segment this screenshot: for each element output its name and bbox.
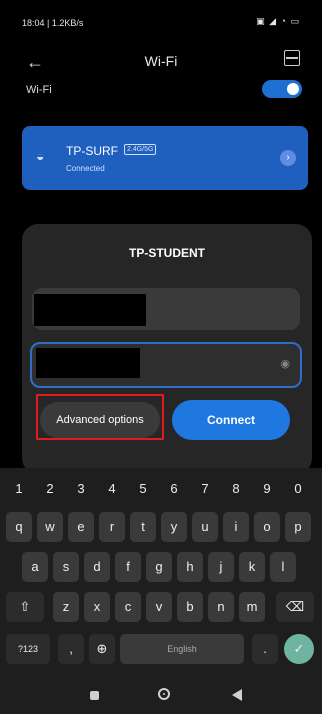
dialog-title: TP-STUDENT [129, 246, 205, 260]
key-j[interactable]: j [208, 552, 234, 582]
key-u[interactable]: u [192, 512, 218, 542]
key-s[interactable]: s [53, 552, 79, 582]
key-h[interactable]: h [177, 552, 203, 582]
key-z[interactable]: z [53, 592, 79, 622]
connected-network-card[interactable]: ◒ TP-SURF 2.4G/5G Connected › [22, 126, 308, 190]
globe-icon[interactable]: ⊕ [89, 634, 115, 664]
key-n[interactable]: n [208, 592, 234, 622]
key-o[interactable]: o [254, 512, 280, 542]
key-r[interactable]: r [99, 512, 125, 542]
status-icons: ▣ ◢ ◔ ▭ [256, 16, 300, 26]
network-status: Connected [66, 164, 105, 173]
scan-qr-icon[interactable] [284, 50, 300, 66]
key-3[interactable]: 3 [68, 474, 94, 504]
home-icon[interactable] [158, 688, 170, 700]
highlight-box [36, 394, 164, 440]
redacted-field-value [34, 294, 146, 326]
key-2[interactable]: 2 [37, 474, 63, 504]
navigation-bar [0, 676, 322, 714]
comma-key[interactable]: , [58, 634, 84, 664]
key-i[interactable]: i [223, 512, 249, 542]
key-v[interactable]: v [146, 592, 172, 622]
key-4[interactable]: 4 [99, 474, 125, 504]
password-field[interactable]: ◉ [30, 342, 302, 388]
connect-button[interactable]: Connect [172, 400, 290, 440]
toggle-knob [287, 83, 299, 95]
period-key[interactable]: . [252, 634, 278, 664]
key-x[interactable]: x [84, 592, 110, 622]
key-6[interactable]: 6 [161, 474, 187, 504]
wifi-toggle-label: Wi-Fi [26, 84, 52, 96]
page-title: Wi-Fi [144, 53, 178, 69]
keyboard: 1 2 3 4 5 6 7 8 9 0 q w e r t y u i o p … [0, 468, 322, 676]
enter-key[interactable]: ✓ [284, 634, 314, 664]
key-g[interactable]: g [146, 552, 172, 582]
back-nav-icon[interactable] [232, 689, 242, 701]
key-l[interactable]: l [270, 552, 296, 582]
key-c[interactable]: c [115, 592, 141, 622]
space-bar[interactable]: English [120, 634, 244, 664]
status-time: 18:04 | 1.2KB/s [22, 18, 84, 28]
username-field[interactable] [32, 288, 300, 330]
key-d[interactable]: d [84, 552, 110, 582]
redacted-field-value [36, 348, 140, 378]
key-0[interactable]: 0 [285, 474, 311, 504]
key-p[interactable]: p [285, 512, 311, 542]
shift-key[interactable]: ⇧ [6, 592, 44, 622]
network-ssid: TP-SURF [66, 144, 118, 158]
key-f[interactable]: f [115, 552, 141, 582]
key-a[interactable]: a [22, 552, 48, 582]
key-q[interactable]: q [6, 512, 32, 542]
key-9[interactable]: 9 [254, 474, 280, 504]
key-7[interactable]: 7 [192, 474, 218, 504]
backspace-key[interactable]: ⌫ [276, 592, 314, 622]
key-1[interactable]: 1 [6, 474, 32, 504]
key-5[interactable]: 5 [130, 474, 156, 504]
key-e[interactable]: e [68, 512, 94, 542]
key-w[interactable]: w [37, 512, 63, 542]
wifi-icon: ◒ [36, 148, 45, 164]
recents-icon[interactable] [90, 691, 99, 700]
key-m[interactable]: m [239, 592, 265, 622]
status-bar: 18:04 | 1.2KB/s ▣ ◢ ◔ ▭ [0, 0, 322, 42]
key-y[interactable]: y [161, 512, 187, 542]
wifi-toggle[interactable] [262, 80, 302, 98]
key-b[interactable]: b [177, 592, 203, 622]
band-badge: 2.4G/5G [124, 144, 157, 155]
key-k[interactable]: k [239, 552, 265, 582]
key-8[interactable]: 8 [223, 474, 249, 504]
key-t[interactable]: t [130, 512, 156, 542]
symbols-key[interactable]: ?123 [6, 634, 50, 664]
chevron-right-icon[interactable]: › [280, 150, 296, 166]
show-password-icon[interactable]: ◉ [280, 357, 290, 370]
